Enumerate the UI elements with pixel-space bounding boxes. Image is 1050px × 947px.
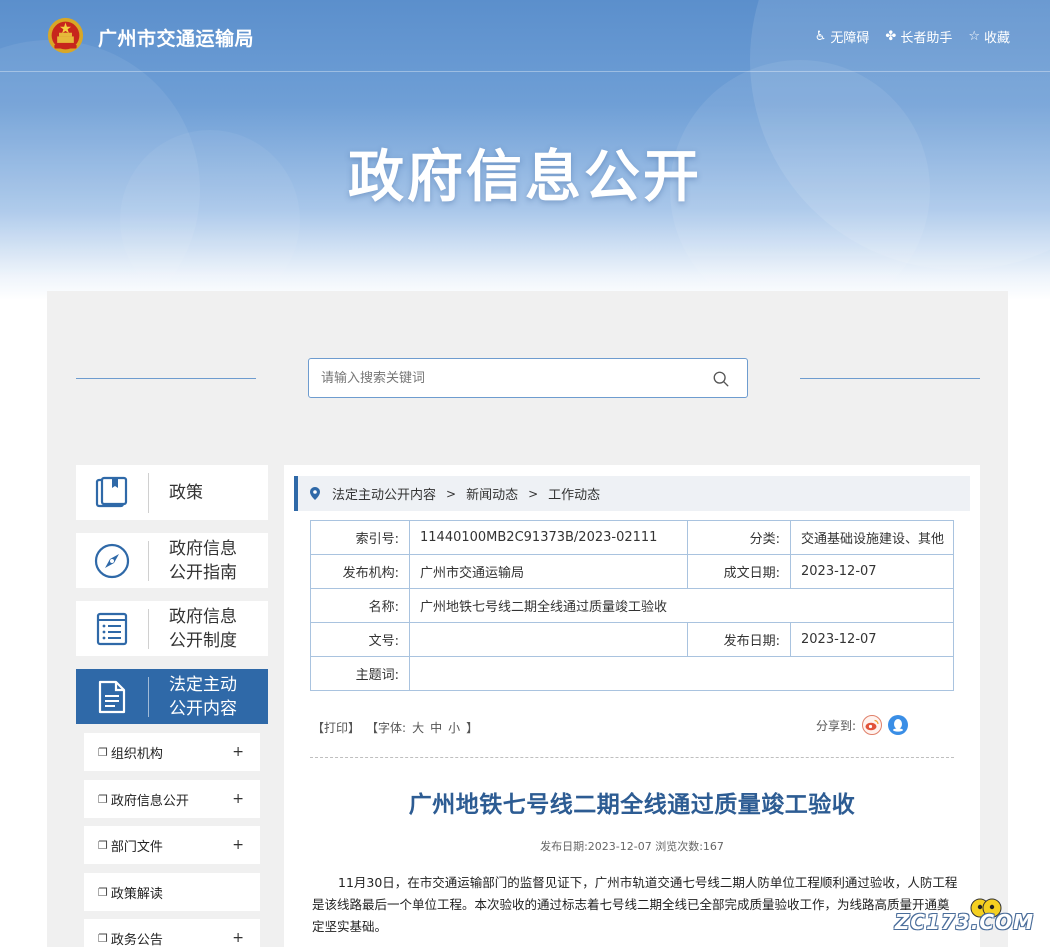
location-pin-icon: [310, 487, 320, 500]
menu-item-statutory-content[interactable]: 法定主动公开内容: [76, 669, 268, 724]
submenu-item-dept-files[interactable]: ❐ 部门文件 +: [84, 826, 260, 864]
search-input[interactable]: [321, 368, 701, 388]
table-row: 名称: 广州地铁七号线二期全线通过质量竣工验收: [310, 588, 954, 623]
meta-label: 发布日期:: [687, 622, 791, 657]
meta-label: 成文日期:: [687, 554, 791, 589]
article-title: 广州地铁七号线二期全线通过质量竣工验收: [408, 792, 856, 818]
meta-value: [409, 622, 688, 657]
meta-label: 分类:: [687, 520, 791, 555]
print-button[interactable]: 【打印】: [312, 719, 360, 736]
table-row: 文号: 发布日期: 2023-12-07: [310, 622, 954, 657]
submenu-item-label: 政策解读: [110, 886, 163, 902]
share-label: 分享到:: [816, 718, 857, 733]
submenu-item-policy-interpretation[interactable]: ❐ 政策解读: [84, 873, 260, 911]
chevron-right-icon: >: [528, 486, 539, 501]
article-meta: 发布日期:2023-12-07 浏览次数:167: [540, 840, 724, 853]
menu-item-label: 政策: [169, 482, 203, 503]
table-row: 索引号: 11440100MB2C91373B/2023-02111 分类: 交…: [310, 520, 954, 555]
expand-icon[interactable]: +: [232, 744, 244, 760]
font-medium-button[interactable]: 中: [430, 719, 442, 736]
meta-value: 2023-12-07: [790, 622, 954, 657]
weibo-icon[interactable]: [862, 715, 883, 735]
menu-item-system[interactable]: 政府信息公开制度: [76, 601, 268, 656]
expand-icon[interactable]: +: [232, 837, 244, 853]
section-divider: [310, 757, 954, 758]
menu-item-label: 法定主动公开内容: [169, 674, 237, 719]
share-bar: 分享到:: [816, 715, 909, 735]
submenu-item-organization[interactable]: ❐ 组织机构 +: [84, 733, 260, 771]
copy-icon: ❐: [98, 792, 108, 806]
breadcrumb-item[interactable]: 工作动态: [548, 484, 600, 503]
menu-item-guide[interactable]: 政府信息公开指南: [76, 533, 268, 588]
copy-icon: ❐: [98, 885, 108, 899]
search-divider-left: [76, 378, 256, 379]
menu-item-label: 政府信息公开指南: [169, 538, 237, 583]
elderly-assist-icon: ✤: [885, 29, 897, 44]
copy-icon: ❐: [98, 931, 108, 945]
submenu-item-gov-info[interactable]: ❐ 政府信息公开 +: [84, 780, 260, 818]
meta-value: 交通基础设施建设、其他: [790, 520, 954, 555]
copy-icon: ❐: [98, 838, 108, 852]
meta-label: 名称:: [310, 588, 410, 623]
favorite-button[interactable]: ☆ 收藏: [968, 27, 1010, 46]
meta-label: 发布机构:: [310, 554, 410, 589]
header-divider: [0, 71, 1050, 72]
hero-title: 政府信息公开: [348, 145, 702, 210]
submenu-item-label: 部门文件: [110, 839, 163, 855]
site-title[interactable]: 广州市交通运输局: [98, 24, 254, 51]
menu-item-label: 政府信息公开制度: [169, 606, 237, 651]
document-icon: [98, 680, 126, 713]
expand-icon[interactable]: +: [232, 791, 244, 807]
document-meta-table: 索引号: 11440100MB2C91373B/2023-02111 分类: 交…: [310, 520, 954, 691]
search-icon[interactable]: [712, 370, 730, 388]
meta-value: 广州市交通运输局: [409, 554, 688, 589]
meta-value: 2023-12-07: [790, 554, 954, 589]
font-large-button[interactable]: 大: [412, 719, 424, 736]
meta-label: 索引号:: [310, 520, 410, 555]
elderly-assist-button[interactable]: ✤ 长者助手: [885, 27, 952, 46]
submenu-item-label: 政务公告: [110, 932, 163, 947]
table-row: 主题词:: [310, 656, 954, 691]
qq-icon[interactable]: [888, 715, 909, 735]
submenu-item-announcements[interactable]: ❐ 政务公告 +: [84, 919, 260, 947]
meta-value: 广州地铁七号线二期全线通过质量竣工验收: [409, 588, 954, 623]
font-size-suffix: 】: [466, 721, 479, 735]
meta-label: 主题词:: [310, 656, 410, 691]
accessibility-label: 无障碍: [830, 31, 870, 46]
meta-label: 文号:: [310, 622, 410, 657]
accessibility-icon: ♿: [814, 29, 827, 44]
submenu-item-label: 政府信息公开: [110, 793, 189, 809]
header-tools: ♿ 无障碍 ✤ 长者助手 ☆ 收藏: [815, 27, 1010, 46]
submenu-item-label: 组织机构: [110, 746, 163, 762]
article-body: 11月30日，在市交通运输部门的监督见证下，广州市轨道交通七号线二期人防单位工程…: [312, 875, 958, 934]
breadcrumb-item[interactable]: 新闻动态: [466, 484, 518, 503]
chevron-right-icon: >: [446, 486, 457, 501]
breadcrumb: 法定主动公开内容 > 新闻动态 > 工作动态: [294, 476, 970, 511]
watermark-text: ZC173.COM: [894, 910, 1034, 934]
meta-value: 11440100MB2C91373B/2023-02111: [409, 520, 688, 555]
national-emblem-icon[interactable]: [47, 17, 84, 54]
search-divider-right: [800, 378, 980, 379]
article-toolbar: 【打印】 【字体: 大 中 小 】: [312, 719, 478, 736]
elderly-assist-label: 长者助手: [900, 31, 953, 46]
expand-icon[interactable]: +: [232, 930, 244, 946]
list-document-icon: [96, 612, 128, 645]
accessibility-button[interactable]: ♿ 无障碍: [815, 27, 870, 46]
font-size-label: 【字体:: [366, 721, 407, 735]
favorite-label: 收藏: [983, 31, 1010, 46]
table-row: 发布机构: 广州市交通运输局 成文日期: 2023-12-07: [310, 554, 954, 589]
menu-item-policy[interactable]: 政策: [76, 465, 268, 520]
font-small-button[interactable]: 小: [448, 719, 460, 736]
book-icon: [95, 476, 128, 507]
breadcrumb-item[interactable]: 法定主动公开内容: [332, 484, 436, 503]
search-box: [308, 358, 748, 398]
star-icon: ☆: [968, 29, 980, 44]
meta-value: [409, 656, 954, 691]
compass-icon: [94, 543, 130, 578]
copy-icon: ❐: [98, 745, 108, 759]
